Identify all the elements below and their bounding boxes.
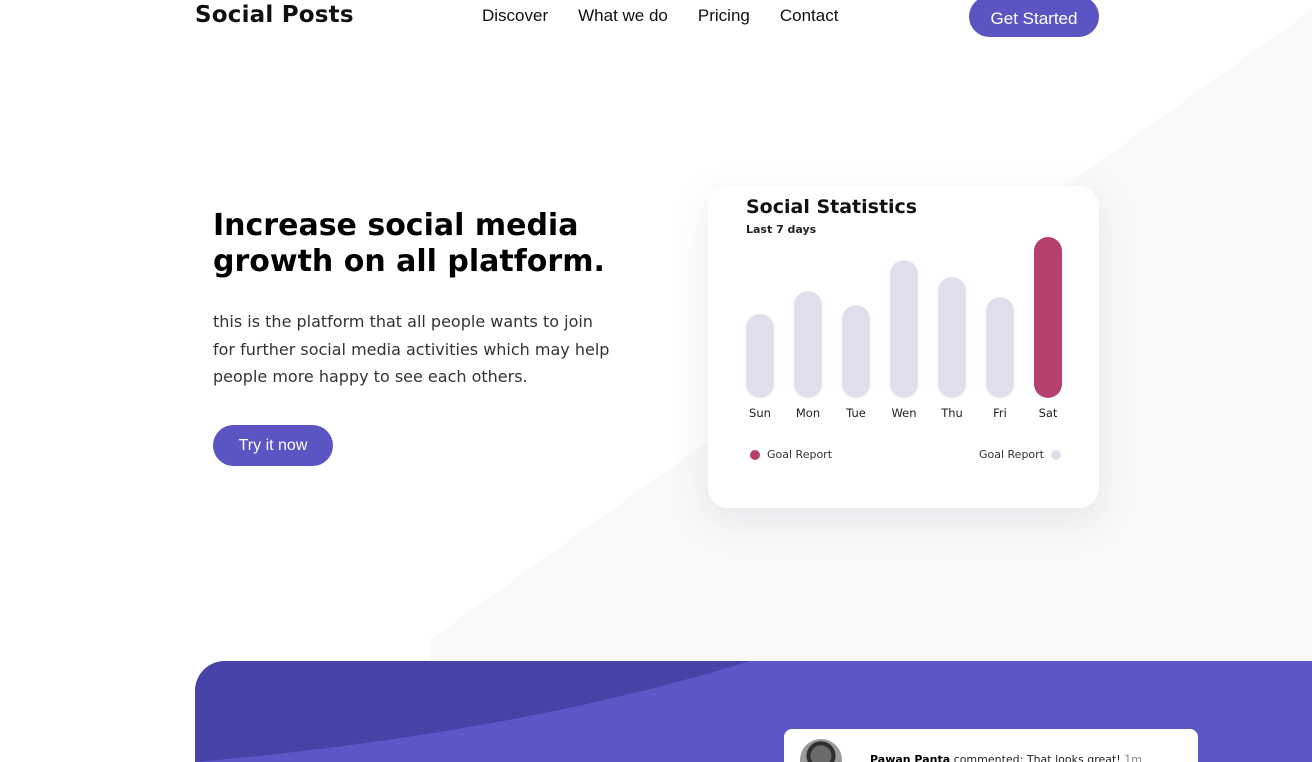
day-label-wen: Wen [891, 406, 917, 420]
bar-thu [938, 277, 966, 398]
nav-link-discover[interactable]: Discover [482, 6, 548, 26]
try-it-now-button[interactable]: Try it now [213, 425, 333, 466]
day-label-sun: Sun [749, 406, 771, 420]
page: Social Posts Discover What we do Pricing… [0, 0, 1312, 762]
legend-right: Goal Report [979, 448, 1061, 461]
comment-author[interactable]: Pawan Panta [870, 753, 950, 762]
background-shape [430, 10, 1312, 762]
comment-text: Pawan Panta commented: That looks great!… [870, 753, 1142, 762]
comment-body: That looks great! [1026, 753, 1121, 762]
bar-fri [986, 297, 1014, 398]
day-label-thu: Thu [941, 406, 963, 420]
hero-description: this is the platform that all people wan… [213, 312, 610, 386]
nav-link-contact[interactable]: Contact [780, 6, 839, 26]
nav-link-pricing[interactable]: Pricing [698, 6, 750, 26]
main-nav: Discover What we do Pricing Contact [482, 6, 838, 26]
nav-link-what-we-do[interactable]: What we do [578, 6, 668, 26]
legend-left-label: Goal Report [767, 448, 833, 461]
site-logo[interactable]: Social Posts [195, 2, 354, 28]
bar-tue [842, 305, 870, 398]
comment-action: commented: [953, 753, 1024, 762]
avatar [800, 739, 842, 762]
get-started-button[interactable]: Get Started [969, 0, 1099, 37]
bar-sun [746, 314, 774, 398]
day-label-sat: Sat [1038, 406, 1058, 420]
day-label-fri: Fri [993, 406, 1007, 420]
comment-time: 1m [1124, 753, 1142, 762]
day-label-mon: Mon [795, 406, 821, 420]
legend-right-label: Goal Report [978, 448, 1044, 461]
legend-dot-default [1051, 449, 1061, 460]
legend-dot-highlight [750, 449, 760, 460]
bar-sat [1034, 236, 1062, 398]
hero-title: Increase social media growth on all plat… [213, 208, 605, 279]
legend-left: Goal Report [750, 448, 832, 461]
day-label-tue: Tue [846, 406, 866, 420]
social-statistics-card: Social Statistics Last 7 days Sun Mon Tue W… [708, 186, 1099, 508]
bar-wen [890, 259, 918, 398]
comment-card: Pawan Panta commented: That looks great!… [784, 729, 1198, 762]
bar-mon [794, 291, 822, 398]
